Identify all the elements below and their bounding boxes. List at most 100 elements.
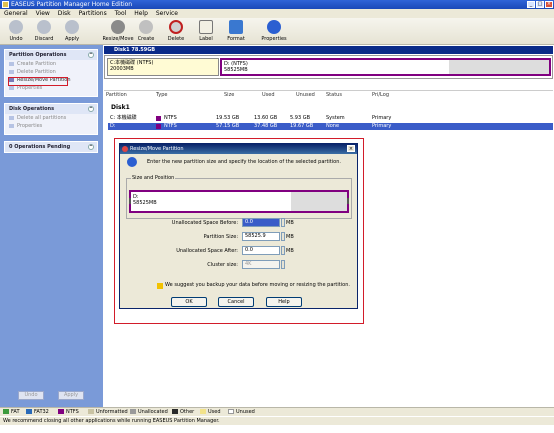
highlight-box (8, 77, 68, 86)
menu-service[interactable]: Service (156, 10, 178, 17)
menu-disk[interactable]: Disk (58, 10, 71, 17)
partition-operations-panel: Partition Operations ^ Create Partition … (4, 49, 98, 97)
left-resize-handle[interactable] (129, 198, 131, 204)
left-panel: Partition Operations ^ Create Partition … (0, 45, 103, 407)
chevron-down-icon[interactable] (281, 260, 285, 269)
disk-operations-header[interactable]: Disk Operations ^ (5, 104, 97, 114)
create-partition-icon (9, 62, 14, 66)
partition-properties-icon (9, 86, 14, 90)
table-row[interactable]: C: 本機磁碟 NTFS 19.53 GB 13.60 GB 5.93 GB S… (108, 115, 553, 122)
menu-general[interactable]: General (4, 10, 28, 17)
unallocated-before-label: Unallocated Space Before: (171, 220, 238, 226)
dialog-title: Resize/Move Partition (130, 146, 184, 152)
ntfs-swatch-icon (58, 409, 64, 414)
legend-other-label: Other (180, 409, 195, 415)
pending-operations-header[interactable]: 0 Operations Pending ^ (5, 142, 97, 152)
maximize-button[interactable]: □ (536, 1, 544, 8)
delete-label: Delete (167, 36, 185, 42)
warning-icon (157, 283, 163, 289)
partition-size-input[interactable]: 58525.9 (242, 232, 280, 241)
menu-partitions[interactable]: Partitions (79, 10, 107, 17)
before-spinner[interactable] (281, 218, 285, 227)
toolbar: Undo Discard Apply Resize/Move Create De… (0, 18, 554, 45)
partition-d-block[interactable]: D: (NTFS) 58525MB (220, 58, 551, 76)
left-undo-button[interactable]: Undo (18, 391, 44, 400)
col-unused[interactable]: Unused (296, 92, 315, 98)
ok-button[interactable]: OK (171, 297, 207, 307)
col-partition[interactable]: Partition (106, 92, 127, 98)
cancel-button[interactable]: Cancel (218, 297, 254, 307)
row-status: System (326, 115, 345, 121)
delete-partition-item[interactable]: Delete Partition (5, 68, 97, 76)
unallocated-after-input[interactable]: 0.0 (242, 246, 280, 255)
menu-help[interactable]: Help (134, 10, 148, 17)
row-unused: 5.93 GB (290, 115, 311, 121)
used-swatch-icon (200, 409, 206, 414)
delete-partition-icon (9, 70, 14, 74)
size-spinner[interactable] (281, 232, 285, 241)
row-prilog: Primary (372, 123, 392, 129)
minimize-button[interactable]: _ (527, 1, 535, 8)
fat-swatch-icon (3, 409, 9, 414)
discard-icon (37, 20, 51, 34)
row-size: 57.15 GB (216, 123, 240, 129)
partition-size-bar[interactable]: D: 58525MB (129, 190, 349, 213)
disk-operations-title: Disk Operations (9, 106, 55, 112)
right-resize-handle[interactable] (347, 198, 349, 204)
col-status[interactable]: Status (326, 92, 342, 98)
delete-all-icon (9, 116, 14, 120)
partition-c-block[interactable]: C:本機磁碟 (NTFS) 20003MB (107, 58, 219, 76)
format-button[interactable]: Format (220, 20, 252, 42)
create-icon (139, 20, 153, 34)
cluster-size-select[interactable]: 4K (242, 260, 280, 269)
title-bar: EASEUS Partition Manager Home Edition _ … (0, 0, 554, 9)
row-status: None (326, 123, 340, 129)
legend-unformatted-label: Unformatted (96, 409, 128, 415)
apply-icon (65, 20, 79, 34)
unit-label: MB (286, 248, 294, 254)
legend-unused-label: Unused (236, 409, 255, 415)
status-bar: We recommend closing all other applicati… (0, 416, 554, 425)
dialog-title-bar: Resize/Move Partition × (120, 144, 357, 154)
collapse-chevron-icon[interactable]: ^ (88, 144, 94, 150)
window-title: EASEUS Partition Manager Home Edition (11, 1, 133, 8)
create-button[interactable]: Create (130, 20, 162, 42)
legend-used-label: Used (208, 409, 221, 415)
disk-header: Disk1 78.59GB (104, 46, 553, 54)
menu-tool[interactable]: Tool (115, 10, 127, 17)
create-partition-label: Create Partition (17, 61, 57, 67)
help-button[interactable]: Help (266, 297, 302, 307)
disk-operations-panel: Disk Operations ^ Delete all partitions … (4, 103, 98, 135)
menu-view[interactable]: View (36, 10, 50, 17)
unallocated-swatch-icon (130, 409, 136, 414)
delete-all-partitions-item[interactable]: Delete all partitions (5, 114, 97, 122)
after-spinner[interactable] (281, 246, 285, 255)
delete-partition-label: Delete Partition (17, 69, 56, 75)
partition-operations-header[interactable]: Partition Operations ^ (5, 50, 97, 60)
create-partition-item[interactable]: Create Partition (5, 60, 97, 68)
delete-all-partitions-label: Delete all partitions (17, 115, 67, 121)
col-type[interactable]: Type (156, 92, 167, 98)
col-prilog[interactable]: Pri/Log (372, 92, 389, 98)
unallocated-before-input[interactable]: 0.0 (242, 218, 280, 227)
label-button[interactable]: Label (190, 20, 222, 42)
delete-button[interactable]: Delete (160, 20, 192, 42)
col-used[interactable]: Used (262, 92, 275, 98)
format-icon (229, 20, 243, 34)
other-swatch-icon (172, 409, 178, 414)
row-prilog: Primary (372, 115, 392, 121)
cluster-size-label: Cluster size: (207, 262, 238, 268)
col-size[interactable]: Size (224, 92, 234, 98)
properties-button[interactable]: Properties (258, 20, 290, 42)
table-row-selected[interactable]: D: NTFS 57.15 GB 37.48 GB 19.67 GB None … (108, 123, 553, 130)
collapse-chevron-icon[interactable]: ^ (88, 52, 94, 58)
apply-button[interactable]: Apply (56, 20, 88, 42)
disk-properties-item[interactable]: Properties (5, 122, 97, 130)
dialog-intro-text: Enter the new partition size and specify… (147, 159, 341, 165)
collapse-chevron-icon[interactable]: ^ (88, 106, 94, 112)
dialog-close-button[interactable]: × (347, 145, 355, 152)
left-apply-button[interactable]: Apply (58, 391, 84, 400)
close-button[interactable]: × (545, 1, 553, 8)
unused-swatch-icon (228, 409, 234, 414)
info-icon (127, 157, 137, 167)
